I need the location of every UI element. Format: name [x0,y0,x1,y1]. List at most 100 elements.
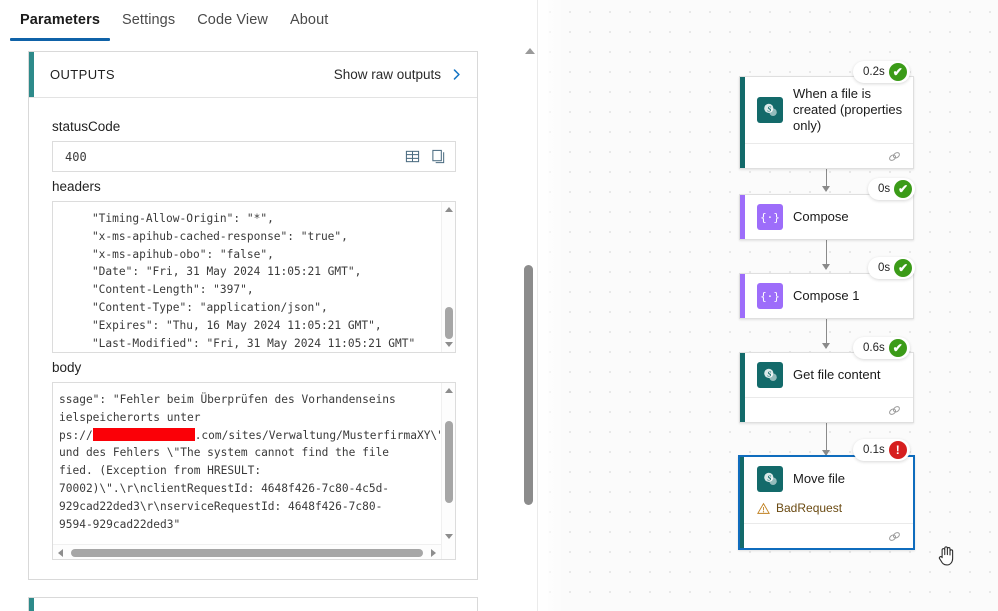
node-accent-bar [740,353,745,422]
node-title-compose: Compose [793,209,849,224]
compose-icon: {·} [757,204,783,230]
node-header: {·} Compose [740,195,913,239]
action-details-panel: Parameters Settings Code View About OUTP… [0,0,521,611]
body-line-4: und des Fehlers \"The system cannot find… [59,446,390,460]
headers-code-box[interactable]: "Timing-Allow-Origin": "*", "x-ms-apihub… [52,201,456,353]
body-label: body [52,360,82,375]
duration-compose: 0s [878,183,891,195]
pan-hand-cursor-icon [936,543,957,572]
node-footer [740,143,913,168]
headers-vertical-scrollbar[interactable] [441,202,455,352]
body-scroll-right-arrow-icon[interactable] [431,549,436,557]
tab-about-label: About [289,12,329,28]
body-line-7: 929cad22ded3\r\nserviceRequestId: 4648f4… [59,499,383,513]
outputs-card-body: statusCode 400 headers "Timing-Allow-Ori… [29,98,477,560]
node-header: S Get file content [740,353,913,397]
node-accent-bar [740,457,744,548]
success-check-icon: ✔ [894,259,913,277]
next-section-accent-bar [29,598,34,611]
node-footer [740,523,913,548]
status-badge-compose: 0s ✔ [868,178,916,200]
node-title-move-file: Move file [793,471,846,486]
tab-parameters-label: Parameters [20,12,100,28]
flow-node-move-file[interactable]: S Move file BadRequest [738,455,915,550]
body-hscroll-thumb[interactable] [71,549,423,557]
status-badge-move-file: 0.1s ! [853,439,910,461]
warning-triangle-icon [757,502,770,514]
compose-glyph: {·} [760,210,780,224]
tab-parameters[interactable]: Parameters [9,0,111,43]
node-accent-bar [740,195,745,239]
sharepoint-icon: S [757,362,783,388]
body-line-5: fied. (Exception from HRESULT: [59,464,262,478]
show-raw-outputs-label: Show raw outputs [333,67,441,82]
svg-text:S: S [767,105,771,113]
body-line-3-pre: ps:// [59,428,93,442]
sharepoint-glyph: S [763,368,777,381]
node-header: {·} Compose 1 [740,274,913,318]
success-check-icon: ✔ [888,63,907,81]
duration-compose-1: 0s [878,262,891,274]
next-section-card[interactable] [28,597,478,611]
body-line-6: 70002)\".\r\nclientRequestId: 4648f426-7… [59,481,390,495]
panel-scroll-thumb[interactable] [524,265,533,505]
link-icon[interactable] [887,149,902,164]
body-code-box[interactable]: ssage": "Fehler beim Überprüfen des Vorh… [52,382,456,560]
body-line-2: ielspeicherorts unter [59,410,201,424]
node-accent-bar [740,77,745,168]
flow-node-get-file-content[interactable]: S Get file content [739,352,914,423]
body-scroll-left-arrow-icon[interactable] [58,549,63,557]
flow-node-compose-1[interactable]: {·} Compose 1 [739,273,914,319]
status-badge-get-file-content: 0.6s ✔ [853,337,910,359]
status-code-actions [405,149,455,164]
sharepoint-glyph: S [763,103,777,116]
tab-code-view[interactable]: Code View [186,0,279,43]
panel-scroll-up-arrow-icon[interactable] [525,48,535,54]
success-check-icon: ✔ [894,180,913,198]
show-raw-outputs-button[interactable]: Show raw outputs [334,67,463,82]
flow-node-when-a-file-is-created[interactable]: S When a file is created (properties onl… [739,76,914,169]
tab-about[interactable]: About [279,0,339,43]
compose-icon: {·} [757,283,783,309]
duration-trigger: 0.2s [863,66,885,78]
chevron-right-icon [453,69,460,80]
link-icon[interactable] [887,403,902,418]
tab-settings[interactable]: Settings [111,0,186,43]
flow-designer-canvas[interactable]: S When a file is created (properties onl… [538,0,998,611]
body-line-3-post: .com/sites/Verwaltung/MusterfirmaXY\" [194,428,444,442]
outputs-card-title: OUTPUTS [50,67,115,82]
copy-icon[interactable] [431,149,446,164]
panel-vertical-scrollbar[interactable] [521,0,538,611]
headers-scroll-down-arrow-icon[interactable] [445,342,453,347]
sharepoint-glyph: S [763,472,777,485]
body-scroll-thumb[interactable] [445,421,453,503]
flow-node-compose[interactable]: {·} Compose [739,194,914,240]
node-title-compose-1: Compose 1 [793,288,860,303]
panel-tab-strip: Parameters Settings Code View About [0,0,521,43]
duration-move-file: 0.1s [863,444,885,456]
status-code-field[interactable]: 400 [52,141,456,172]
headers-scroll-up-arrow-icon[interactable] [445,207,453,212]
sharepoint-icon: S [757,466,783,492]
headers-label: headers [52,179,101,194]
body-scroll-up-arrow-icon[interactable] [445,388,453,393]
status-badge-trigger: 0.2s ✔ [853,61,910,83]
svg-text:S: S [767,370,771,378]
body-vertical-scrollbar[interactable] [441,383,455,559]
compose-glyph: {·} [760,289,780,303]
body-scroll-down-arrow-icon[interactable] [445,534,453,539]
link-icon[interactable] [887,529,902,544]
redacted-tenant-block [92,427,195,441]
body-line-8: 9594-929cad22ded3" [59,517,181,531]
node-header: S Move file [740,457,913,501]
svg-text:S: S [767,474,771,482]
table-view-icon[interactable] [405,149,420,164]
error-exclamation-icon: ! [888,441,907,459]
body-horizontal-scrollbar[interactable] [53,544,441,559]
node-error-text: BadRequest [776,501,843,515]
node-header: S When a file is created (properties onl… [740,77,913,143]
headers-scroll-thumb[interactable] [445,307,453,339]
success-check-icon: ✔ [888,339,907,357]
node-accent-bar [740,274,745,318]
status-badge-compose-1: 0s ✔ [868,257,916,279]
